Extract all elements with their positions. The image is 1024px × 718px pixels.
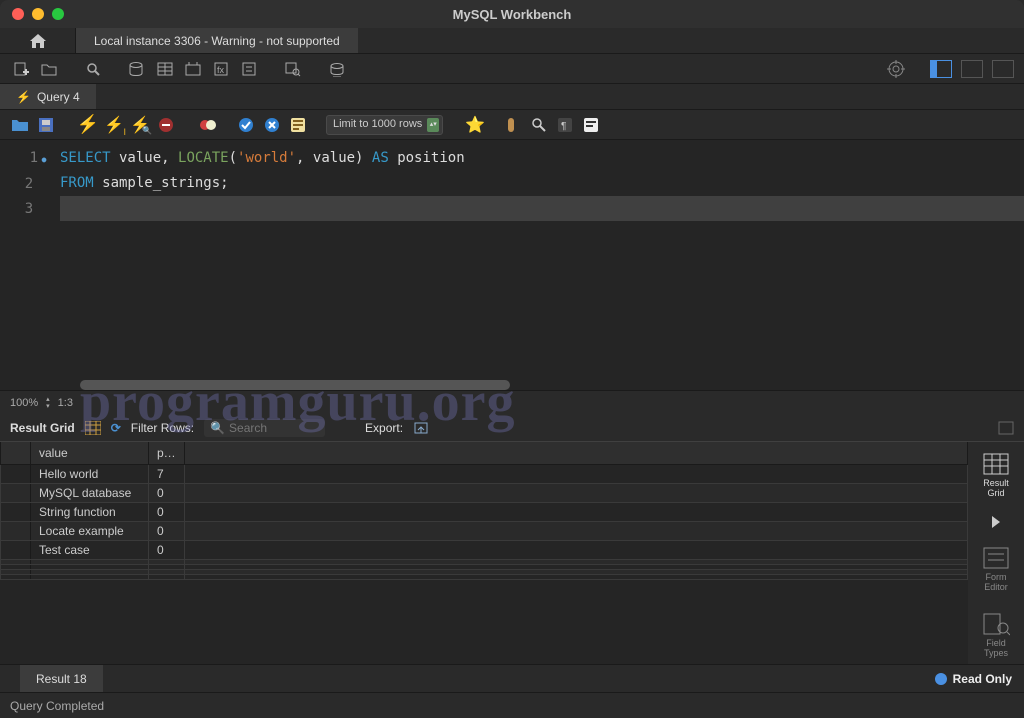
table-row (1, 575, 968, 580)
main-toolbar: fx (0, 54, 1024, 84)
window-title: MySQL Workbench (0, 7, 1024, 22)
home-icon (29, 33, 47, 49)
explain-icon[interactable]: ⚡🔍 (130, 115, 150, 135)
result-grid-label: Result Grid (10, 421, 75, 435)
create-table-icon[interactable] (154, 58, 176, 80)
result-toolbar: Result Grid ⟳ Filter Rows: 🔍 Export: (0, 414, 1024, 442)
rollback-icon[interactable] (262, 115, 282, 135)
line-gutter: 1 ● 2 3 (0, 140, 60, 390)
editor-status-bar: 100% ▴▾ 1:3 (0, 390, 1024, 414)
stop-icon[interactable] (156, 115, 176, 135)
sql-editor[interactable]: 1 ● 2 3 SELECT value, LOCATE('world', va… (0, 140, 1024, 390)
side-field-types-button[interactable]: Field Types (972, 606, 1020, 664)
limit-rows-select[interactable]: Limit to 1000 rows ▴▾ (326, 115, 443, 135)
query-tab-label: Query 4 (37, 90, 80, 104)
status-text: Query Completed (10, 699, 104, 713)
open-file-icon[interactable] (10, 115, 30, 135)
find-icon[interactable] (503, 115, 523, 135)
create-function-icon[interactable] (238, 58, 260, 80)
execute-icon[interactable]: ⚡ (78, 115, 98, 135)
filter-rows-label: Filter Rows: (131, 421, 194, 435)
beautify-icon[interactable]: ⭐ (465, 115, 485, 135)
query-tab-bar: ⚡ Query 4 (0, 84, 1024, 110)
invisible-chars-icon[interactable] (529, 115, 549, 135)
column-header-value[interactable]: value (31, 442, 149, 465)
stepper-arrows-icon[interactable]: ▴▾ (427, 118, 439, 132)
form-icon (982, 546, 1010, 570)
limit-label: Limit to 1000 rows (333, 118, 422, 130)
table-row[interactable]: Test case0 (1, 541, 968, 560)
refresh-icon[interactable]: ⟳ (111, 421, 121, 435)
wrap-cell-icon[interactable] (998, 421, 1014, 435)
window-minimize-button[interactable] (32, 8, 44, 20)
inspector-icon[interactable] (82, 58, 104, 80)
search-icon: 🔍 (210, 421, 225, 435)
result-grid[interactable]: value p… Hello world7 MySQL database0 St… (0, 442, 968, 664)
editor-h-scrollbar[interactable] (80, 380, 510, 390)
result-tab[interactable]: Result 18 (20, 665, 103, 692)
window-zoom-button[interactable] (52, 8, 64, 20)
create-schema-icon[interactable] (126, 58, 148, 80)
reconnect-icon[interactable] (326, 58, 348, 80)
table-row[interactable]: Hello world7 (1, 465, 968, 484)
status-bar: Query Completed (0, 692, 1024, 718)
open-sql-file-icon[interactable] (38, 58, 60, 80)
toggle-limit-icon[interactable] (288, 115, 308, 135)
commit-icon[interactable] (236, 115, 256, 135)
side-result-grid-button[interactable]: Result Grid (972, 446, 1020, 504)
toggle-autocommit-icon[interactable] (198, 115, 218, 135)
svg-text:fx: fx (217, 65, 225, 75)
search-table-icon[interactable] (282, 58, 304, 80)
svg-text:¶: ¶ (561, 121, 566, 132)
read-only-indicator: Read Only (923, 672, 1024, 686)
export-icon[interactable] (413, 421, 429, 435)
zoom-level: 100% (10, 397, 38, 409)
result-tab-bar: Result 18 Read Only (0, 664, 1024, 692)
toggle-bottom-panel[interactable] (961, 60, 983, 78)
column-header-position[interactable]: p… (149, 442, 185, 465)
lightning-icon: ⚡ (16, 90, 31, 104)
table-row[interactable]: String function0 (1, 503, 968, 522)
toggle-left-panel[interactable] (930, 60, 952, 78)
column-header-spacer (184, 442, 967, 465)
titlebar: MySQL Workbench (0, 0, 1024, 28)
save-file-icon[interactable] (36, 115, 56, 135)
editor-toolbar: ⚡ ⚡I ⚡🔍 Limit to 1000 rows ▴▾ ⭐ ¶ (0, 110, 1024, 140)
cursor-position: 1:3 (58, 397, 73, 409)
wrap-lines-icon[interactable]: ¶ (555, 115, 575, 135)
home-tab[interactable] (0, 28, 76, 53)
window-close-button[interactable] (12, 8, 24, 20)
export-label: Export: (365, 421, 403, 435)
row-header-blank (1, 442, 31, 465)
side-form-editor-button[interactable]: Form Editor (972, 540, 1020, 598)
table-row[interactable]: Locate example0 (1, 522, 968, 541)
expand-triangle-icon[interactable] (992, 516, 1000, 528)
connection-tab-bar: Local instance 3306 - Warning - not supp… (0, 28, 1024, 54)
new-sql-tab-icon[interactable] (10, 58, 32, 80)
create-procedure-icon[interactable]: fx (210, 58, 232, 80)
filter-rows-input[interactable] (229, 421, 319, 435)
connection-tab[interactable]: Local instance 3306 - Warning - not supp… (76, 28, 358, 53)
snippets-icon[interactable] (581, 115, 601, 135)
create-view-icon[interactable] (182, 58, 204, 80)
execute-current-icon[interactable]: ⚡I (104, 115, 124, 135)
code-content[interactable]: SELECT value, LOCATE('world', value) AS … (60, 140, 1024, 390)
query-tab[interactable]: ⚡ Query 4 (0, 84, 96, 109)
table-row[interactable]: MySQL database0 (1, 484, 968, 503)
settings-gear-icon[interactable] (885, 58, 907, 80)
read-only-icon (935, 673, 947, 685)
grid-view-icon[interactable] (85, 421, 101, 435)
toggle-right-panel[interactable] (992, 60, 1014, 78)
field-types-icon (982, 612, 1010, 636)
grid-icon (982, 452, 1010, 476)
zoom-stepper[interactable]: ▴▾ (46, 396, 50, 410)
result-side-panel: Result Grid Form Editor Field Types ▴▾ (968, 442, 1024, 664)
